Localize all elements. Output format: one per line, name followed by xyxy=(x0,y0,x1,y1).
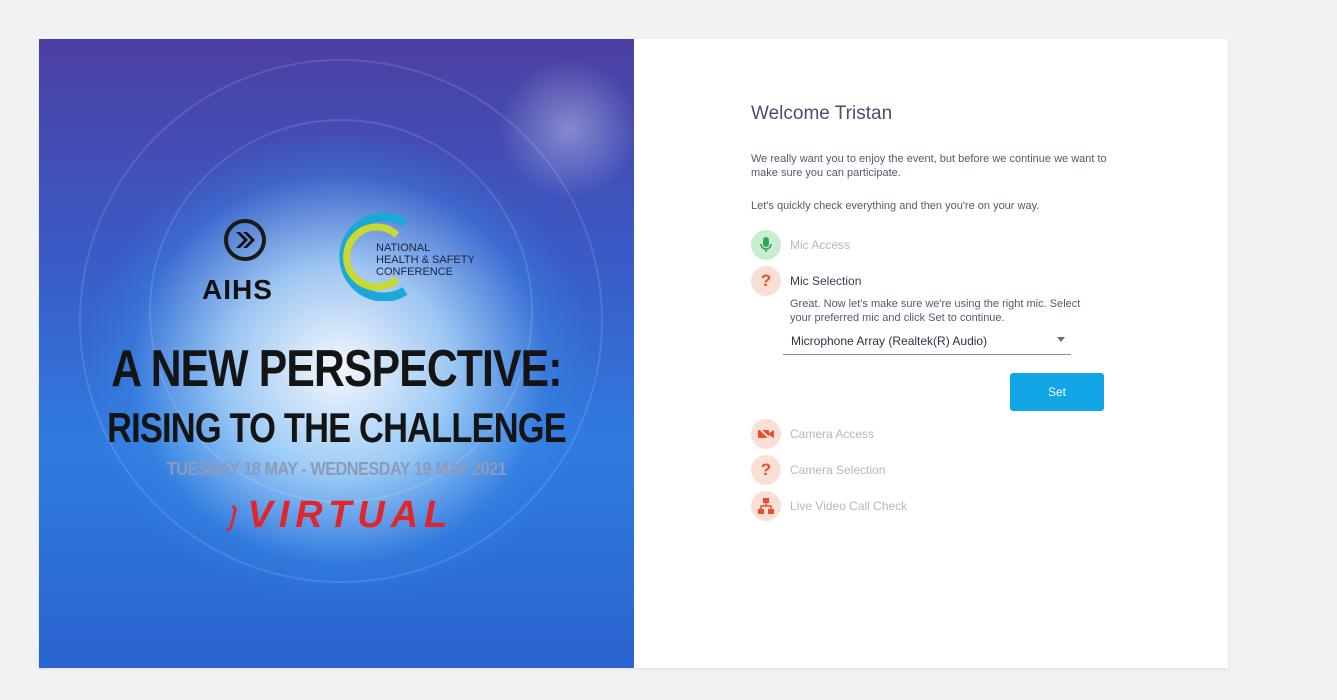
virtual-label: ❳ VIRTUAL xyxy=(219,494,454,536)
conference-logo-text: NATIONAL HEALTH & SAFETY CONFERENCE xyxy=(376,242,475,278)
chevron-down-icon xyxy=(1057,337,1065,342)
question-icon: ? xyxy=(751,266,781,296)
welcome-card: AIHS NATIONAL HEALTH & SAFETY CONFERENCE… xyxy=(39,39,1228,668)
mic-select[interactable]: Microphone Array (Realtek(R) Audio) xyxy=(783,331,1071,355)
mic-selection-description: Great. Now let's make sure we're using t… xyxy=(790,298,1081,324)
step-label: Live Video Call Check xyxy=(790,499,908,513)
signal-icon: ❳ xyxy=(219,501,242,532)
step-label: Camera Access xyxy=(790,427,875,441)
camera-off-icon xyxy=(751,419,781,449)
event-dates: TUESDAY 18 MAY - WEDNESDAY 19 MAY 2021 xyxy=(166,459,507,479)
set-button[interactable]: Set xyxy=(1010,373,1104,411)
sponsor-logos: AIHS NATIONAL HEALTH & SAFETY CONFERENCE xyxy=(39,209,634,309)
aihs-logo-text: AIHS xyxy=(202,274,273,305)
aihs-logo-icon xyxy=(224,219,266,261)
step-label: Mic Selection xyxy=(790,274,862,288)
banner-headline: A NEW PERSPECTIVE: xyxy=(111,340,562,398)
step-label: Mic Access xyxy=(790,238,851,252)
banner-subheadline: RISING TO THE CHALLENGE xyxy=(107,404,567,451)
intro-subtext: Let's quickly check everything and then … xyxy=(751,200,1040,212)
setup-panel: Welcome Tristan We really want you to en… xyxy=(751,39,1151,668)
page-title: Welcome Tristan xyxy=(751,103,893,124)
step-label: Camera Selection xyxy=(790,463,886,477)
question-icon: ? xyxy=(751,455,781,485)
mic-select-value: Microphone Array (Realtek(R) Audio) xyxy=(791,334,988,348)
network-icon xyxy=(751,491,781,521)
intro-text: We really want you to enjoy the event, b… xyxy=(751,153,1107,179)
mic-icon xyxy=(751,230,781,260)
event-banner: AIHS NATIONAL HEALTH & SAFETY CONFERENCE… xyxy=(39,39,634,668)
